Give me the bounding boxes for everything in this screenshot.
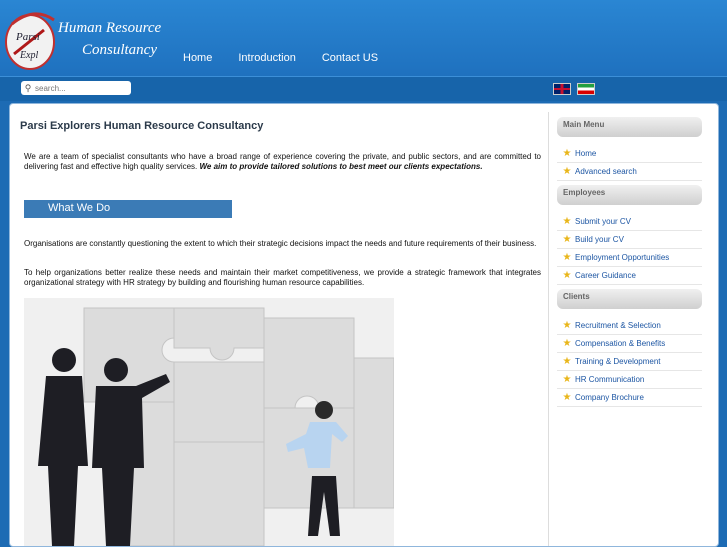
flag-iran-icon[interactable] xyxy=(577,83,595,95)
main-menu-list: ★ Home ★ Advanced search xyxy=(557,145,702,181)
sidebar-item-hr-communication[interactable]: ★ HR Communication xyxy=(557,371,702,389)
search-toolbar: ⚲ xyxy=(0,76,727,101)
svg-text:Expl: Expl xyxy=(19,50,39,61)
star-icon: ★ xyxy=(562,392,572,403)
star-icon: ★ xyxy=(562,374,572,385)
sidebar-item-build-cv[interactable]: ★ Build your CV xyxy=(557,231,702,249)
sidebar-item-employment-opportunities[interactable]: ★ Employment Opportunities xyxy=(557,249,702,267)
nav-home[interactable]: Home xyxy=(183,52,212,64)
sidebar-item-label: Build your CV xyxy=(575,235,624,244)
star-icon: ★ xyxy=(562,234,572,245)
employees-heading: Employees xyxy=(557,185,702,205)
paragraph-1: Organisations are constantly questioning… xyxy=(24,239,537,248)
search-box: ⚲ xyxy=(21,81,131,95)
content-area: Parsi Explorers Human Resource Consultan… xyxy=(9,103,719,547)
sidebar-item-home[interactable]: ★ Home xyxy=(557,145,702,163)
sidebar-item-label: Employment Opportunities xyxy=(575,253,670,262)
employees-list: ★ Submit your CV ★ Build your CV ★ Employme… xyxy=(557,213,702,285)
star-icon: ★ xyxy=(562,320,572,331)
sidebar-item-label: Training & Development xyxy=(575,357,661,366)
sidebar-item-recruitment[interactable]: ★ Recruitment & Selection xyxy=(557,317,702,335)
star-icon: ★ xyxy=(562,148,572,159)
sidebar-item-label: Company Brochure xyxy=(575,393,644,402)
sidebar-item-label: Submit your CV xyxy=(575,217,632,226)
main-nav: Home Introduction Contact US xyxy=(183,52,404,64)
search-icon[interactable]: ⚲ xyxy=(21,83,35,94)
sidebar-item-compensation[interactable]: ★ Compensation & Benefits xyxy=(557,335,702,353)
logo-title-line1: Human Resource xyxy=(58,20,162,36)
sidebar-item-label: Recruitment & Selection xyxy=(575,321,661,330)
sidebar-item-training[interactable]: ★ Training & Development xyxy=(557,353,702,371)
star-icon: ★ xyxy=(562,338,572,349)
site-logo[interactable]: Parsi Expl Human Resource Consultancy xyxy=(4,2,174,74)
sidebar-item-label: Home xyxy=(575,149,597,158)
intro-emphasis: We aim to provide tailored solutions to … xyxy=(199,162,483,171)
section-heading: What We Do xyxy=(48,202,111,214)
sidebar-item-label: HR Communication xyxy=(575,375,645,384)
logo-emblem-icon: Parsi Expl xyxy=(5,12,55,70)
sidebar: Main Menu ★ Home ★ Advanced search Employe… xyxy=(557,117,702,411)
page-title: Parsi Explorers Human Resource Consultan… xyxy=(20,120,264,132)
sidebar-item-submit-cv[interactable]: ★ Submit your CV xyxy=(557,213,702,231)
language-switcher xyxy=(553,83,595,95)
search-input[interactable] xyxy=(35,83,125,93)
clients-list: ★ Recruitment & Selection ★ Compensation &… xyxy=(557,317,702,407)
paragraph-2: To help organizations better realize the… xyxy=(24,268,541,287)
puzzle-businessmen-image xyxy=(24,298,394,546)
sidebar-item-career-guidance[interactable]: ★ Career Guidance xyxy=(557,267,702,285)
svg-text:Parsi: Parsi xyxy=(15,31,40,43)
flag-uk-icon[interactable] xyxy=(553,83,571,95)
star-icon: ★ xyxy=(562,270,572,281)
sidebar-item-advanced-search[interactable]: ★ Advanced search xyxy=(557,163,702,181)
star-icon: ★ xyxy=(562,166,572,177)
section-heading-bar: What We Do xyxy=(24,200,232,218)
sidebar-item-label: Compensation & Benefits xyxy=(575,339,666,348)
logo-title-line2: Consultancy xyxy=(82,42,157,58)
sidebar-item-company-brochure[interactable]: ★ Company Brochure xyxy=(557,389,702,407)
sidebar-item-label: Career Guidance xyxy=(575,271,636,280)
clients-heading: Clients xyxy=(557,289,702,309)
nav-contact-us[interactable]: Contact US xyxy=(322,52,378,64)
star-icon: ★ xyxy=(562,356,572,367)
star-icon: ★ xyxy=(562,252,572,263)
hero-photo xyxy=(24,298,394,546)
intro-text: We are a team of specialist consultants … xyxy=(24,152,541,172)
nav-introduction[interactable]: Introduction xyxy=(238,52,295,64)
star-icon: ★ xyxy=(562,216,572,227)
sidebar-item-label: Advanced search xyxy=(575,167,637,176)
main-content: Parsi Explorers Human Resource Consultan… xyxy=(16,112,549,546)
main-menu-heading: Main Menu xyxy=(557,117,702,137)
